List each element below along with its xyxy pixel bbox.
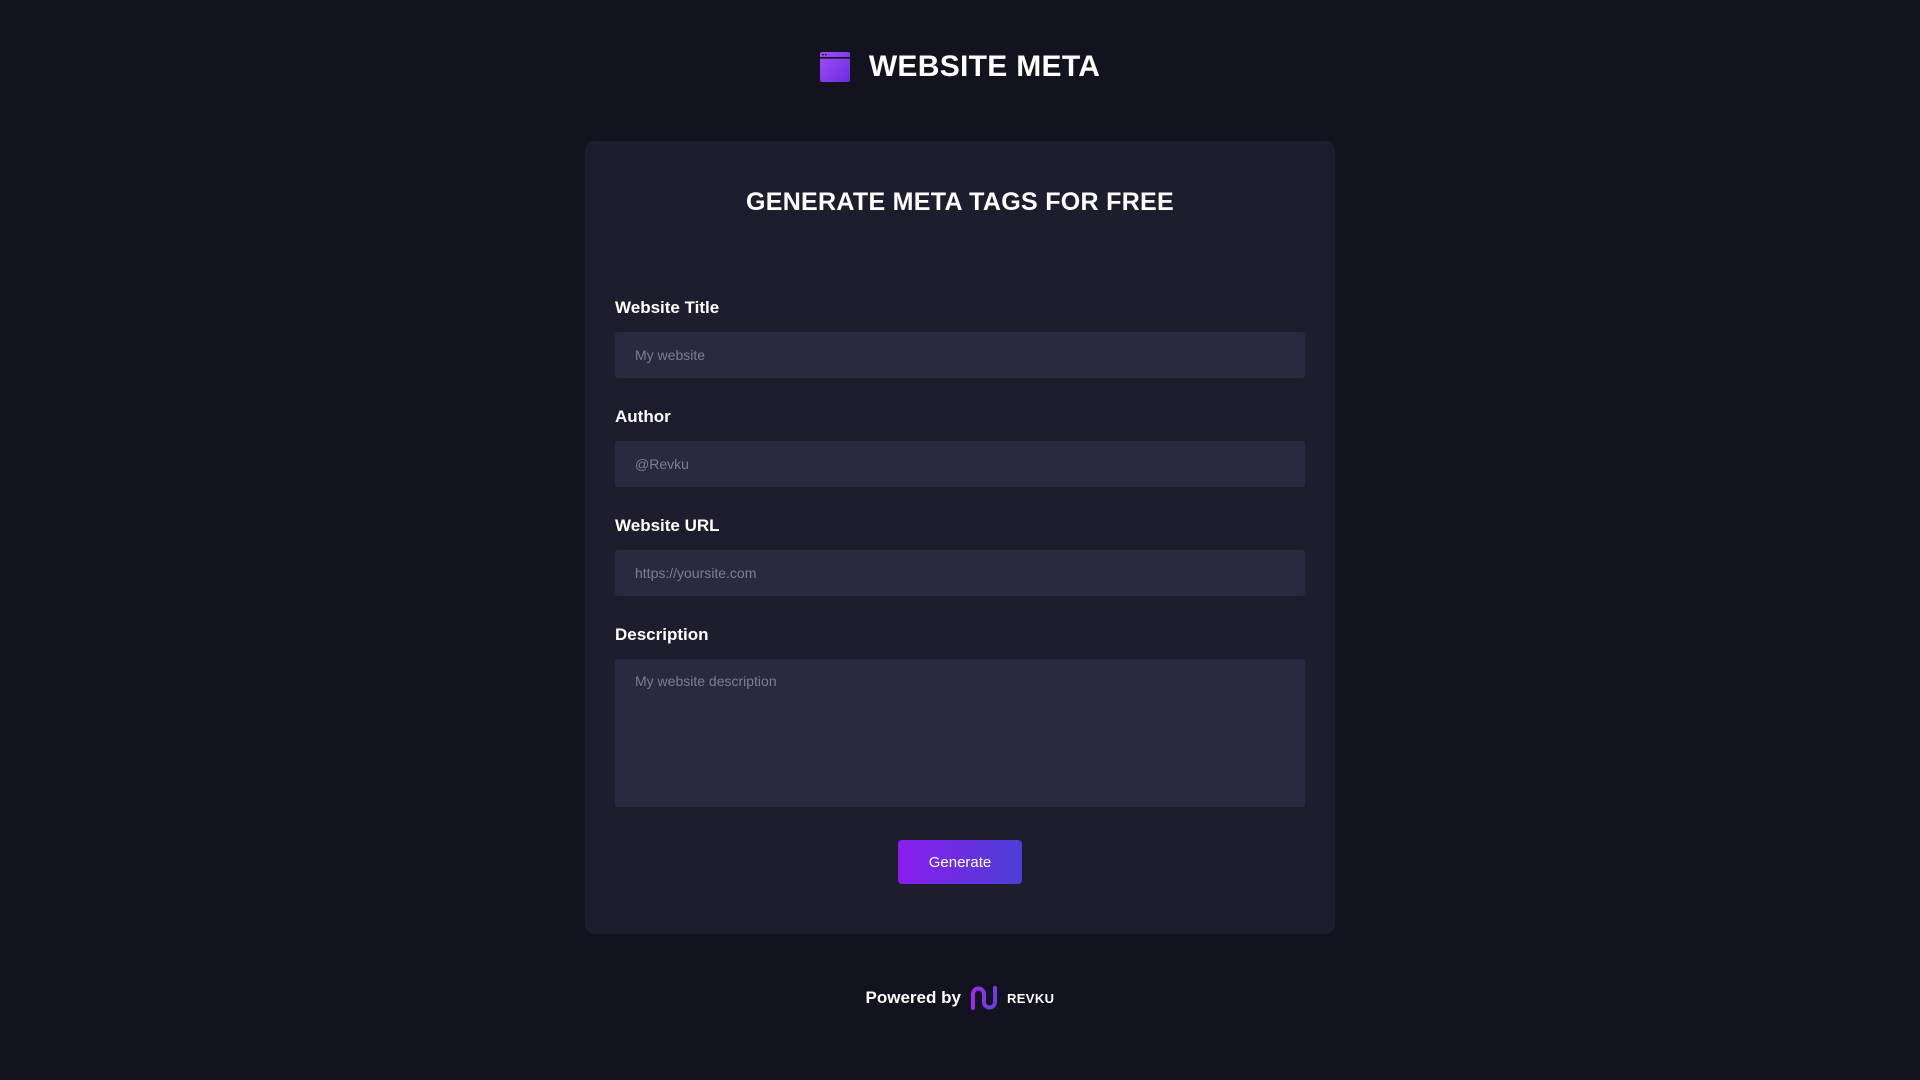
meta-form-card: GENERATE META TAGS FOR FREE Website Titl… — [585, 141, 1335, 934]
author-label: Author — [615, 407, 671, 426]
powered-by-text: Powered by — [865, 988, 961, 1007]
revku-logo-icon[interactable] — [970, 986, 1000, 1010]
website-url-input[interactable] — [615, 550, 1305, 596]
author-input[interactable] — [615, 441, 1305, 487]
description-label: Description — [615, 625, 709, 644]
website-url-label: Website URL — [615, 516, 720, 535]
form-heading: GENERATE META TAGS FOR FREE — [745, 188, 1174, 216]
app-header: WEBSITE META — [0, 50, 1920, 84]
description-textarea[interactable] — [615, 659, 1305, 807]
brand-name[interactable]: REVKU — [1007, 991, 1055, 1006]
footer: Powered by REVKU — [0, 986, 1920, 1010]
browser-window-icon — [819, 52, 850, 82]
app-title: WEBSITE META — [868, 50, 1101, 83]
generate-button[interactable]: Generate — [898, 840, 1022, 884]
website-title-input[interactable] — [615, 332, 1305, 378]
website-title-label: Website Title — [615, 298, 720, 317]
